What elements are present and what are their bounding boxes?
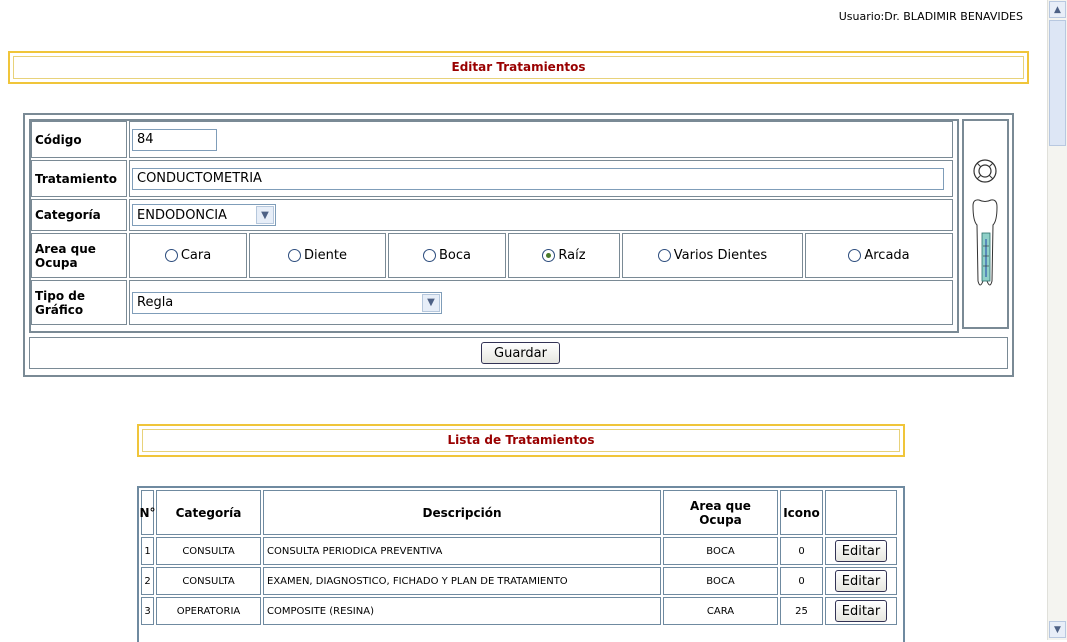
table-cell-n: 3: [141, 597, 154, 625]
table-cell-descripcion: COMPOSITE (RESINA): [263, 597, 661, 625]
area-option-cara[interactable]: Cara: [129, 233, 247, 278]
table-cell-descripcion: CONSULTA PERIODICA PREVENTIVA: [263, 537, 661, 565]
area-option-varios[interactable]: Varios Dientes: [622, 233, 803, 278]
radio-varios-icon[interactable]: [657, 249, 671, 262]
radio-cara-icon[interactable]: [164, 249, 178, 262]
tooth-preview-icon: [972, 159, 998, 286]
col-header-descripcion: Descripción: [263, 490, 661, 535]
grafico-label-cell: Tipo de Gráfico: [31, 280, 127, 325]
table-cell-categoria: OPERATORIA: [156, 597, 261, 625]
table-cell-area: CARA: [663, 597, 778, 625]
list-title: Lista de Tratamientos: [137, 424, 905, 457]
table-cell-icono: 25: [780, 597, 823, 625]
save-row: Guardar: [29, 337, 1008, 369]
scroll-up-icon[interactable]: ▲: [1049, 1, 1066, 18]
area-option-arcada[interactable]: Arcada: [805, 233, 953, 278]
col-header-area: Area que Ocupa: [663, 490, 778, 535]
col-header-n: N°: [139, 490, 156, 535]
table-cell-icono: 0: [780, 567, 823, 595]
area-option-label: Arcada: [864, 248, 910, 263]
codigo-input[interactable]: 84: [132, 128, 217, 151]
categoria-select-value: ENDODONCIA: [137, 207, 227, 223]
area-option-label: Varios Dientes: [673, 248, 768, 263]
area-option-label: Diente: [304, 248, 347, 263]
categoria-cell: ENDODONCIA ▼: [129, 199, 953, 231]
radio-raiz-icon[interactable]: [542, 249, 556, 262]
area-option-diente[interactable]: Diente: [249, 233, 386, 278]
codigo-label-cell: Código: [31, 121, 127, 158]
edit-button[interactable]: Editar: [834, 540, 888, 562]
tratamiento-label-cell: Tratamiento: [31, 160, 127, 197]
radio-boca-icon[interactable]: [423, 249, 436, 262]
area-label: Area que Ocupa: [35, 241, 96, 270]
edit-form-panel: Código 84 Tratamiento CONDUCTOMETRIA Cat…: [23, 113, 1014, 377]
col-header-icono: Icono: [780, 490, 823, 535]
table-cell-area: BOCA: [663, 567, 778, 595]
tratamiento-label: Tratamiento: [35, 171, 117, 186]
table-cell-categoria: CONSULTA: [156, 567, 261, 595]
vertical-scrollbar[interactable]: ▲ ▼: [1047, 0, 1067, 640]
area-option-label: Cara: [180, 248, 212, 263]
table-cell-categoria: CONSULTA: [156, 537, 261, 565]
table-cell-action: Editar: [825, 537, 897, 565]
table-cell-action: Editar: [825, 567, 897, 595]
area-option-raiz[interactable]: Raíz: [508, 233, 620, 278]
col-header-categoria: Categoría: [156, 490, 261, 535]
categoria-label: Categoría: [35, 208, 101, 222]
area-option-boca[interactable]: Boca: [388, 233, 506, 278]
radio-arcada-icon[interactable]: [848, 249, 862, 262]
grafico-select-value: Regla: [137, 295, 174, 310]
table-cell-area: BOCA: [663, 537, 778, 565]
area-label-cell: Area que Ocupa: [31, 233, 127, 278]
scrollbar-thumb[interactable]: [1049, 20, 1066, 146]
area-option-label: Boca: [439, 248, 471, 263]
tratamiento-input[interactable]: CONDUCTOMETRIA: [132, 167, 944, 190]
categoria-select[interactable]: ENDODONCIA ▼: [132, 204, 276, 226]
area-option-label: Raíz: [558, 248, 586, 263]
col-header-action: [825, 490, 897, 535]
chevron-down-icon[interactable]: ▼: [422, 293, 440, 312]
codigo-cell: 84: [129, 121, 953, 158]
table-cell-icono: 0: [780, 537, 823, 565]
treatments-table: N° Categoría Descripción Area que Ocupa …: [137, 486, 905, 642]
grafico-select[interactable]: Regla ▼: [132, 291, 442, 314]
icon-preview-panel: [962, 119, 1009, 329]
edit-button[interactable]: Editar: [834, 570, 888, 592]
tratamiento-cell: CONDUCTOMETRIA: [129, 160, 953, 197]
current-user: Usuario:Dr. BLADIMIR BENAVIDES: [838, 10, 1023, 23]
edit-title: Editar Tratamientos: [8, 51, 1029, 84]
grafico-label: Tipo de Gráfico: [35, 288, 86, 317]
edit-form-fields: Código 84 Tratamiento CONDUCTOMETRIA Cat…: [29, 119, 959, 333]
categoria-label-cell: Categoría: [31, 199, 127, 231]
codigo-label: Código: [35, 132, 82, 147]
grafico-cell: Regla ▼: [129, 280, 953, 325]
table-cell-descripcion: EXAMEN, DIAGNOSTICO, FICHADO Y PLAN DE T…: [263, 567, 661, 595]
table-cell-n: 2: [141, 567, 154, 595]
table-cell-action: Editar: [825, 597, 897, 625]
chevron-down-icon[interactable]: ▼: [256, 206, 274, 224]
table-cell-n: 1: [141, 537, 154, 565]
scroll-down-icon[interactable]: ▼: [1049, 621, 1066, 638]
radio-diente-icon[interactable]: [288, 249, 302, 262]
save-button[interactable]: Guardar: [481, 342, 560, 364]
edit-button[interactable]: Editar: [834, 600, 888, 622]
